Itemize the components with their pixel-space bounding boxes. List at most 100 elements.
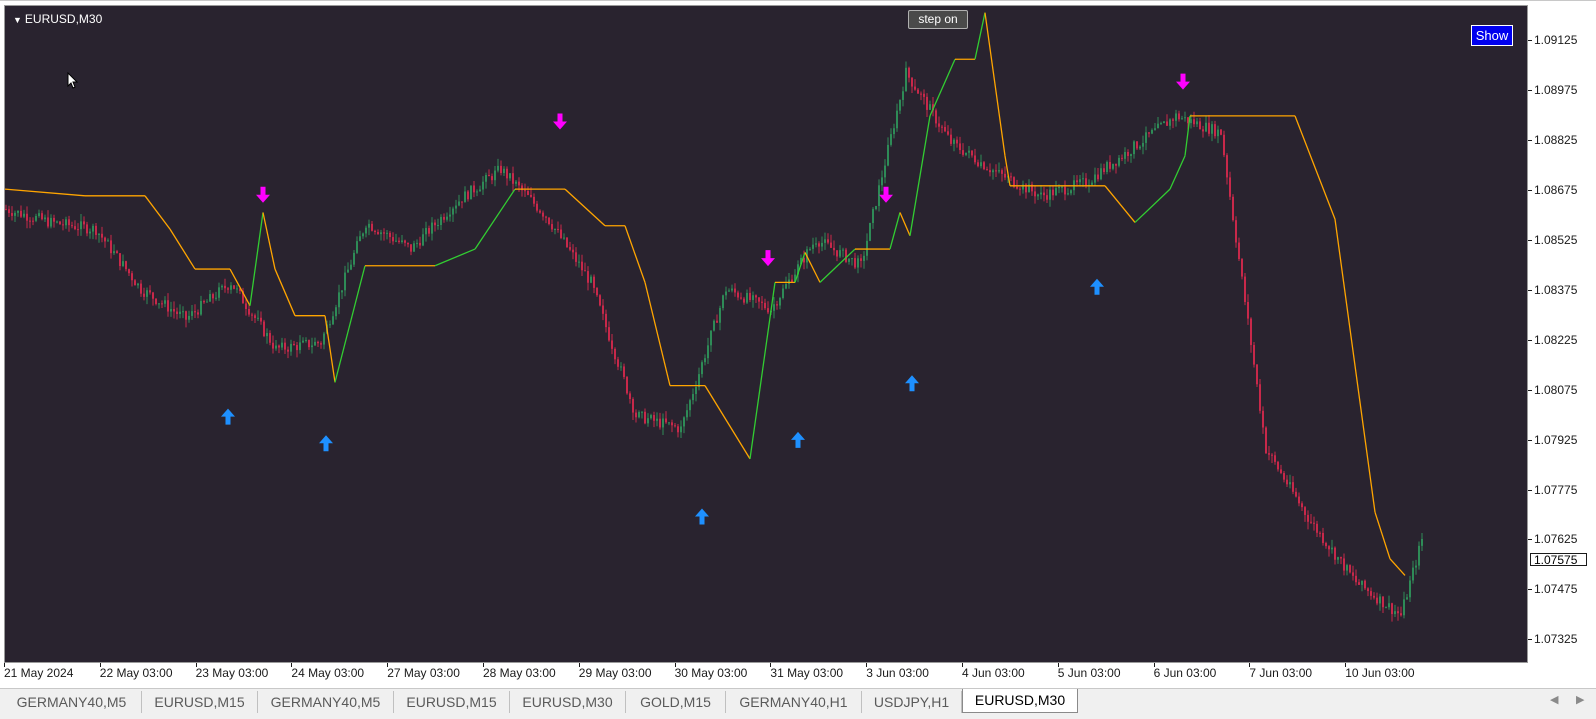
candle-body	[1256, 364, 1258, 385]
price-chart[interactable]	[5, 6, 1527, 662]
candle-body	[968, 150, 970, 153]
candle-body	[845, 249, 847, 262]
time-tick-mark	[1057, 663, 1059, 667]
candle-body	[899, 99, 901, 111]
candle-body	[1361, 580, 1363, 585]
candle-body	[536, 203, 538, 211]
chart-tab[interactable]: GOLD,M15	[626, 691, 726, 713]
candle-body	[551, 224, 553, 230]
candle-body	[47, 217, 49, 227]
current-price-label: 1.07575	[1530, 553, 1587, 567]
candle-body	[71, 225, 73, 227]
candle-body	[200, 301, 202, 315]
candle-body	[425, 228, 427, 235]
candle-body	[44, 217, 46, 220]
trend-line-segment	[624, 225, 646, 283]
candle-body	[368, 223, 370, 228]
candle-body	[518, 181, 520, 186]
candle-body	[1079, 179, 1081, 183]
chart-tab[interactable]: EURUSD,M30	[510, 691, 626, 713]
candle-body	[14, 212, 16, 216]
candle-body	[737, 292, 739, 298]
candle-body	[1286, 479, 1288, 485]
candle-body	[1274, 455, 1276, 462]
candle-body	[1109, 162, 1111, 169]
candle-body	[1316, 523, 1318, 533]
candle-body	[695, 387, 697, 395]
candle-body	[791, 279, 793, 282]
candle-body	[608, 327, 610, 341]
scroll-right-icon[interactable]: ▶	[1576, 693, 1584, 706]
time-tick-mark	[291, 663, 293, 667]
candle-body	[1313, 522, 1315, 524]
chart-tab-active[interactable]: EURUSD,M30	[962, 689, 1078, 713]
candle-body	[1307, 514, 1309, 522]
candle-body	[923, 93, 925, 97]
candle-body	[230, 285, 232, 290]
candle-body	[929, 104, 931, 110]
candle-body	[389, 232, 391, 238]
candle-body	[782, 288, 784, 298]
candle-body	[185, 311, 187, 320]
candle-body	[20, 210, 22, 217]
candle-body	[509, 173, 511, 179]
candle-body	[350, 264, 352, 270]
chart-plot-area[interactable]: ▼ EURUSD,M30 step on Show	[4, 5, 1528, 663]
candle-body	[218, 287, 220, 298]
candle-body	[662, 418, 664, 428]
candle-body	[1049, 189, 1051, 200]
candle-body	[1391, 603, 1393, 615]
chart-tab[interactable]: EURUSD,M15	[394, 691, 510, 713]
candle-body	[1232, 196, 1234, 221]
price-tick-mark	[1528, 239, 1532, 241]
candle-body	[1100, 168, 1102, 180]
scroll-left-icon[interactable]: ◀	[1550, 693, 1558, 706]
candle-body	[809, 248, 811, 250]
trend-line-segment	[909, 115, 931, 236]
time-tick-label: 6 Jun 03:00	[1153, 666, 1217, 680]
candle-body	[941, 126, 943, 128]
candle-body	[191, 311, 193, 316]
candle-body	[668, 422, 670, 424]
candle-body	[542, 212, 544, 217]
candle-body	[605, 313, 607, 328]
candle-body	[656, 418, 658, 421]
candle-body	[1157, 123, 1159, 129]
symbol-title[interactable]: ▼ EURUSD,M30	[13, 12, 102, 26]
time-tick-mark	[99, 663, 101, 667]
candle-body	[1055, 188, 1057, 196]
dropdown-triangle-icon[interactable]: ▼	[13, 15, 22, 25]
candle-body	[911, 77, 913, 87]
candle-body	[587, 271, 589, 283]
trend-line-segment	[1294, 115, 1336, 220]
candle-body	[194, 311, 196, 313]
candle-body	[140, 283, 142, 294]
chart-tab[interactable]: USDJPY,H1	[862, 691, 962, 713]
chart-tab[interactable]: EURUSD,M15	[142, 691, 258, 713]
candle-body	[896, 110, 898, 129]
chart-tab[interactable]: GERMANY40,H1	[726, 691, 862, 713]
candle-body	[1010, 176, 1012, 178]
candle-body	[1310, 521, 1312, 523]
price-tick-label: 1.09125	[1534, 32, 1578, 47]
step-on-button[interactable]: step on	[908, 10, 968, 29]
candle-body	[836, 250, 838, 257]
chart-tab[interactable]: GERMANY40,M5	[258, 691, 394, 713]
candle-body	[1403, 599, 1405, 616]
price-tick-mark	[1528, 539, 1532, 541]
price-tick-mark	[1528, 639, 1532, 641]
show-button[interactable]: Show	[1471, 25, 1513, 46]
candle-body	[1061, 186, 1063, 188]
candle-body	[359, 236, 361, 242]
candle-body	[365, 227, 367, 234]
chart-tab[interactable]: GERMANY40,M5	[2, 691, 142, 713]
candle-body	[680, 426, 682, 433]
candle-body	[1295, 491, 1297, 497]
candle-body	[1415, 565, 1417, 568]
candle-body	[1148, 132, 1150, 134]
candle-body	[485, 174, 487, 182]
candle-body	[917, 89, 919, 94]
candle-body	[122, 261, 124, 267]
candle-body	[173, 309, 175, 312]
buy-signal-arrow-icon	[221, 408, 235, 425]
